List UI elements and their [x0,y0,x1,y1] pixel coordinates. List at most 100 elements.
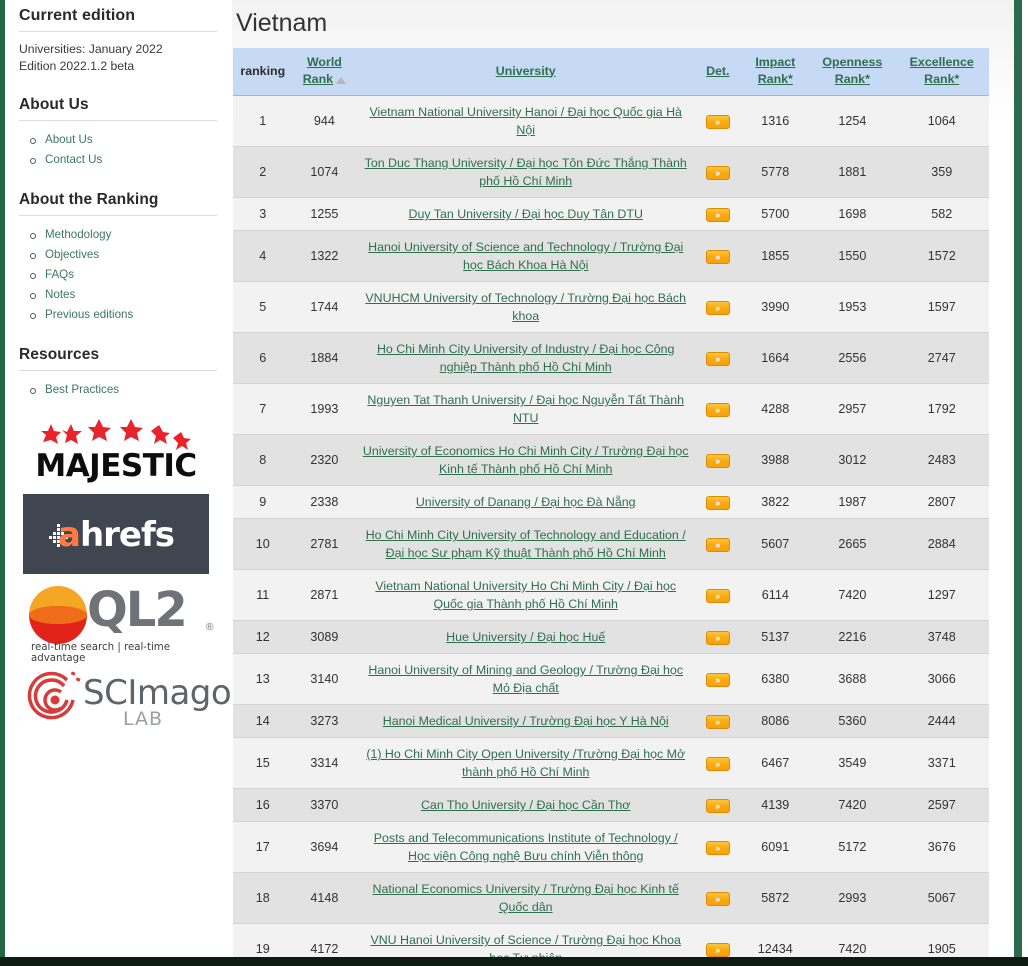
list-item[interactable]: Contact Us [29,150,218,170]
table-row: 4 1322 Hanoi University of Science and Tec… [233,230,989,282]
sort-link-openness-rank[interactable]: Openness Rank* [822,55,882,86]
sidebar-heading-about-us: About Us [19,96,89,113]
university-link[interactable]: Hanoi University of Mining and Geology /… [368,663,683,695]
column-header-world-rank[interactable]: World Rank [292,48,357,96]
cell-excellence-rank: 1597 [894,281,989,333]
table-row: 8 2320 University of Economics Ho Chi Minh… [233,434,989,486]
university-link[interactable]: Hanoi Medical University / Trường Đại họ… [383,714,669,728]
cell-university: VNUHCM University of Technology / Trường… [356,281,696,333]
university-link[interactable]: Nguyen Tat Thanh University / Đại học Ng… [367,393,684,425]
university-link[interactable]: VNU Hanoi University of Science / Trường… [370,933,681,957]
sidebar-link-contact-us[interactable]: Contact Us [45,153,102,166]
sort-link-det[interactable]: Det. [706,64,729,78]
table-row: 14 3273 Hanoi Medical University / Trường … [233,704,989,738]
sort-link-university[interactable]: University [496,64,556,78]
detail-button[interactable]: » [705,631,730,645]
scimago-wordmark: SCImago [83,673,232,713]
university-link[interactable]: Vietnam National University Hanoi / Đại … [369,105,681,137]
cell-excellence-rank: 3066 [894,653,989,705]
university-link[interactable]: Hanoi University of Science and Technolo… [368,240,683,272]
majestic-wordmark: MAJESTIC [35,448,197,484]
detail-button[interactable]: » [705,208,730,222]
cell-ranking: 2 [233,146,293,198]
university-link[interactable]: University of Danang / Đại học Đà Nẵng [416,495,636,509]
university-link[interactable]: Ton Duc Thang University / Đại học Tôn Đ… [365,156,687,188]
sidebar-heading-about-the-ranking: About the Ranking [19,191,159,208]
list-item[interactable]: Previous editions [29,305,218,325]
list-item[interactable]: Best Practices [29,380,218,400]
list-item[interactable]: FAQs [29,265,218,285]
scimago-logo[interactable]: SCImago LAB [21,670,232,732]
university-link[interactable]: Can Tho University / Đại học Cần Thơ [421,798,630,812]
sidebar-link-best-practices[interactable]: Best Practices [45,383,119,396]
university-link[interactable]: Ho Chi Minh City University of Technolog… [366,528,686,560]
university-link[interactable]: Duy Tan University / Đại học Duy Tân DTU [409,207,643,221]
university-link[interactable]: (1) Ho Chi Minh City Open University /Tr… [366,747,685,779]
sort-link-excellence-rank[interactable]: Excellence Rank* [910,55,974,86]
right-white-margin [1022,0,1028,966]
cell-university: University of Economics Ho Chi Minh City… [356,434,696,486]
column-header-impact-rank[interactable]: Impact Rank* [740,48,811,96]
openness-label-line1: Openness [822,55,883,69]
detail-button[interactable]: » [705,757,730,771]
cell-impact-rank: 1316 [740,95,811,147]
detail-button[interactable]: » [705,403,730,417]
cell-excellence-rank: 2597 [894,788,989,822]
university-link[interactable]: Ho Chi Minh City University of Industry … [377,342,674,374]
detail-button[interactable]: » [705,538,730,552]
sidebar-list-about-us: About Us Contact Us [19,130,218,170]
detail-button[interactable]: » [705,352,730,366]
sidebar-link-previous-editions[interactable]: Previous editions [45,308,133,321]
ql2-logo[interactable]: QL2 ® real-time search | real-time advan… [21,582,221,664]
detail-button[interactable]: » [705,166,730,180]
detail-button[interactable]: » [705,301,730,315]
detail-button[interactable]: » [705,841,730,855]
detail-button[interactable]: » [705,799,730,813]
detail-button[interactable]: » [705,892,730,906]
cell-excellence-rank: 2483 [894,434,989,486]
column-header-openness-rank[interactable]: Openness Rank* [810,48,895,96]
cell-impact-rank: 5778 [740,146,811,198]
list-item[interactable]: Notes [29,285,218,305]
university-link[interactable]: VNUHCM University of Technology / Trường… [365,291,686,323]
university-link[interactable]: National Economics University / Trường Đ… [373,882,679,914]
cell-excellence-rank: 1064 [894,95,989,147]
cell-openness-rank: 1987 [810,485,895,519]
cell-det: » [695,653,741,705]
detail-button[interactable]: » [705,943,730,957]
cell-world-rank: 4148 [292,872,357,924]
main-content: Vietnam ranking World Rank University Det… [232,0,1014,957]
divider [19,370,217,371]
table-row: 17 3694 Posts and Telecommunications Insti… [233,821,989,873]
column-header-excellence-rank[interactable]: Excellence Rank* [894,48,989,96]
column-header-det[interactable]: Det. [695,48,741,96]
cell-university: Hanoi University of Science and Technolo… [356,230,696,282]
list-item[interactable]: Methodology [29,225,218,245]
university-link[interactable]: Hue University / Đại học Huế [446,630,605,644]
cell-ranking: 3 [233,197,293,231]
detail-button[interactable]: » [705,589,730,603]
detail-button[interactable]: » [705,115,730,129]
detail-button[interactable]: » [705,454,730,468]
university-link[interactable]: University of Economics Ho Chi Minh City… [363,444,689,476]
cell-ranking: 11 [233,569,293,621]
openness-label-line2: Rank* [834,72,870,86]
sort-link-impact-rank[interactable]: Impact Rank* [755,55,795,86]
sidebar-link-notes[interactable]: Notes [45,288,75,301]
sidebar-link-objectives[interactable]: Objectives [45,248,99,261]
university-link[interactable]: Vietnam National University Ho Chi Minh … [375,579,676,611]
detail-button[interactable]: » [705,673,730,687]
detail-button[interactable]: » [705,496,730,510]
majestic-logo[interactable]: MAJESTIC [23,416,209,490]
sidebar-link-methodology[interactable]: Methodology [45,228,111,241]
sidebar-link-faqs[interactable]: FAQs [45,268,74,281]
detail-button[interactable]: » [705,715,730,729]
list-item[interactable]: Objectives [29,245,218,265]
detail-button[interactable]: » [705,250,730,264]
sidebar-link-about-us[interactable]: About Us [45,133,93,146]
ahrefs-logo[interactable]: ahrefs [23,494,209,574]
university-link[interactable]: Posts and Telecommunications Institute o… [374,831,678,863]
ql2-registered-mark: ® [206,622,214,633]
column-header-university[interactable]: University [356,48,696,96]
list-item[interactable]: About Us [29,130,218,150]
